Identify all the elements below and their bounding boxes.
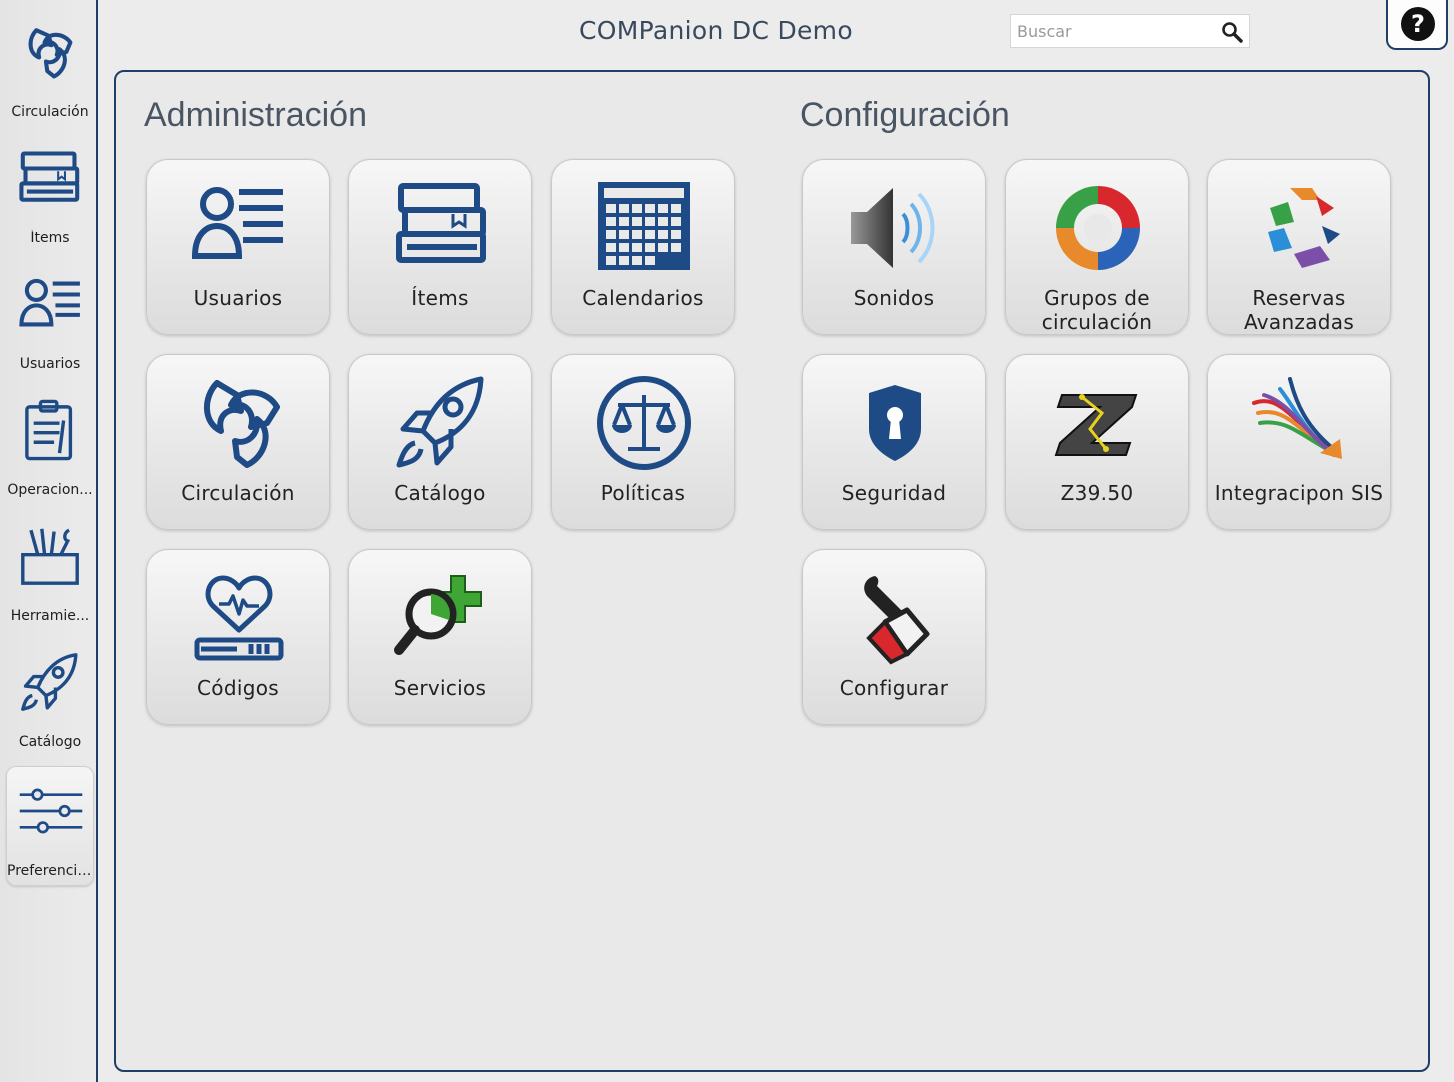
books-icon [391, 178, 491, 278]
tile-reservas-avanzadas[interactable]: Reservas Avanzadas [1207, 159, 1391, 335]
tools-icon [16, 522, 84, 590]
sidebar-item-operaciones[interactable]: Operacion... [6, 386, 94, 506]
tile-label: Circulación [181, 481, 295, 505]
speaker-icon [845, 178, 945, 278]
tile-label: Servicios [393, 676, 487, 700]
tile-politicas[interactable]: Políticas [551, 354, 735, 530]
tile-seguridad[interactable]: Seguridad [802, 354, 986, 530]
tile-label-line2: Avanzadas [1243, 310, 1355, 334]
sidebar-item-label: Usuarios [19, 356, 81, 372]
tile-grupos-circulacion[interactable]: Grupos de circulación [1005, 159, 1189, 335]
sidebar-item-label: Ítems [30, 230, 70, 246]
users-icon [189, 178, 289, 278]
search-icon[interactable] [1221, 21, 1243, 43]
tile-label: Códigos [197, 676, 279, 700]
tile-label: Grupos de circulación [1010, 286, 1184, 334]
tile-label: Políticas [600, 481, 686, 505]
search-input[interactable] [1011, 15, 1211, 47]
sidebar-item-circulacion[interactable]: Circulación [6, 8, 94, 128]
tile-label: Ítems [411, 286, 469, 310]
sidebar-item-label: Circulación [11, 104, 89, 120]
tile-label: Integracipon SIS [1214, 481, 1384, 505]
sidebar-item-catalogo[interactable]: Catálogo [6, 638, 94, 758]
tile-calendarios[interactable]: Calendarios [551, 159, 735, 335]
help-icon: ? [1401, 7, 1435, 41]
circulation-icon [16, 18, 84, 86]
z3950-icon [1048, 373, 1148, 473]
rocket-icon [16, 648, 84, 716]
tile-integracion-sis[interactable]: Integracipon SIS [1207, 354, 1391, 530]
tile-configurar[interactable]: Configurar [802, 549, 986, 725]
help-button[interactable]: ? [1386, 0, 1448, 50]
magnifier-plus-icon [391, 568, 491, 668]
sis-integration-icon [1250, 373, 1350, 473]
shield-lock-icon [845, 373, 945, 473]
tile-label: Seguridad [841, 481, 947, 505]
section-title-configuracion: Configuración [800, 96, 1010, 134]
tile-servicios[interactable]: Servicios [348, 549, 532, 725]
sidebar-item-items[interactable]: Ítems [6, 134, 94, 254]
search-box [1010, 14, 1250, 48]
tile-z3950[interactable]: Z39.50 [1005, 354, 1189, 530]
tile-catalogo[interactable]: Catálogo [348, 354, 532, 530]
calendar-icon [594, 178, 694, 278]
books-icon [16, 144, 84, 212]
heart-barcode-icon [189, 568, 289, 668]
circulation-groups-icon [1048, 178, 1148, 278]
tile-label-line1: Grupos de [1044, 286, 1150, 310]
sidebar-item-label: Operacion... [7, 482, 93, 498]
users-icon [16, 270, 84, 338]
tile-label: Catálogo [394, 481, 486, 505]
sidebar-item-herramientas[interactable]: Herramie... [6, 512, 94, 632]
sidebar-item-usuarios[interactable]: Usuarios [6, 260, 94, 380]
wrench-hand-icon [845, 568, 945, 668]
tile-sonidos[interactable]: Sonidos [802, 159, 986, 335]
tile-circulacion[interactable]: Circulación [146, 354, 330, 530]
tile-label-line1: Reservas [1252, 286, 1346, 310]
tile-label: Reservas Avanzadas [1212, 286, 1386, 334]
sidebar-item-label: Preferencias [7, 863, 93, 879]
rocket-icon [391, 373, 491, 473]
sidebar-item-label: Herramie... [10, 608, 90, 624]
tile-label: Usuarios [193, 286, 283, 310]
tile-label-line2: circulación [1041, 310, 1153, 334]
circulation-icon [189, 373, 289, 473]
clipboard-icon [16, 396, 84, 464]
tile-items[interactable]: Ítems [348, 159, 532, 335]
tile-codigos[interactable]: Códigos [146, 549, 330, 725]
sliders-icon [17, 777, 85, 845]
sidebar: Circulación Ítems Usuarios Operacion... … [0, 0, 98, 1082]
svg-text:?: ? [1411, 10, 1425, 38]
tile-label: Z39.50 [1060, 481, 1134, 505]
tile-label: Calendarios [582, 286, 704, 310]
section-title-administracion: Administración [144, 96, 367, 134]
tile-usuarios[interactable]: Usuarios [146, 159, 330, 335]
tile-label: Configurar [839, 676, 949, 700]
sidebar-item-label: Catálogo [18, 734, 82, 750]
scales-icon [594, 373, 694, 473]
advanced-reserves-icon [1250, 178, 1350, 278]
sidebar-item-preferencias[interactable]: Preferencias [6, 766, 94, 886]
tile-label: Sonidos [853, 286, 935, 310]
